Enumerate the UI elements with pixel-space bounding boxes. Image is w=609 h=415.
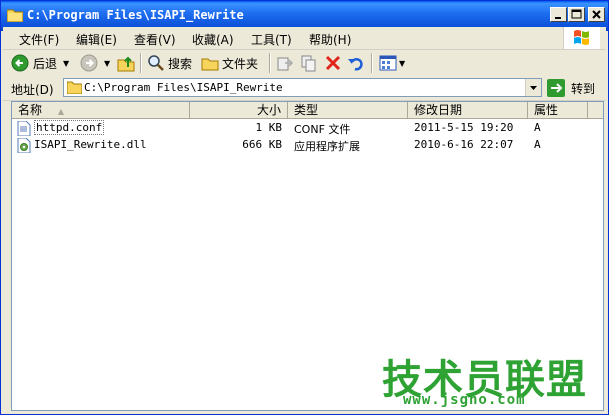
back-arrow-icon (11, 54, 29, 72)
forward-dropdown-icon[interactable]: ▼ (104, 59, 110, 68)
folder-icon (6, 8, 24, 23)
search-label: 搜索 (168, 56, 193, 71)
file-type: 应用程序扩展 (294, 140, 360, 153)
toolbar-separator (371, 53, 373, 73)
undo-icon (348, 57, 363, 71)
back-label: 后退 (33, 56, 58, 71)
column-name[interactable]: 名称 ▲ (12, 102, 190, 118)
address-bar: 地址(D) C:\Program Files\ISAPI_Rewrite 转到 (3, 77, 606, 101)
delete-button[interactable] (324, 53, 342, 73)
menu-edit[interactable]: 编辑(E) (76, 31, 117, 48)
column-name-label: 名称 (18, 103, 43, 117)
copy-to-icon (301, 55, 316, 72)
up-folder-icon (117, 56, 135, 72)
views-icon (379, 55, 397, 71)
menu-tools[interactable]: 工具(T) (251, 31, 292, 48)
undo-button[interactable] (347, 53, 365, 73)
table-row[interactable]: ISAPI_Rewrite.dll 666 KB 应用程序扩展 2010-6-1… (12, 137, 603, 154)
text-file-icon (17, 120, 31, 137)
folders-icon (201, 58, 219, 71)
file-name: httpd.conf (34, 120, 105, 135)
menu-bar: 文件(F) 编辑(E) 查看(V) 收藏(A) 工具(T) 帮助(H) (3, 27, 606, 50)
column-modified[interactable]: 修改日期 (408, 102, 528, 118)
move-to-icon (277, 57, 294, 71)
column-header-row: 名称 ▲ 大小 类型 修改日期 属性 (12, 102, 603, 119)
menu-favorites[interactable]: 收藏(A) (192, 31, 234, 48)
watermark-url: www.jsgho.com (403, 392, 526, 408)
menu-file[interactable]: 文件(F) (19, 31, 59, 48)
column-size[interactable]: 大小 (190, 102, 288, 118)
table-row[interactable]: httpd.conf 1 KB CONF 文件 2011-5-15 19:20 … (12, 120, 603, 137)
address-value: C:\Program Files\ISAPI_Rewrite (84, 81, 283, 94)
toolbar-separator (269, 53, 271, 73)
file-modified: 2011-5-15 19:20 (414, 121, 514, 134)
folders-label: 文件夹 (222, 56, 259, 71)
address-label: 地址(D) (11, 83, 54, 97)
sort-up-icon: ▲ (57, 107, 64, 116)
back-dropdown-icon[interactable]: ▼ (63, 59, 69, 68)
dll-file-icon (17, 137, 31, 154)
forward-button[interactable]: ▼ (80, 53, 110, 73)
file-type: CONF 文件 (294, 123, 351, 136)
standard-toolbar: 后退 ▼ ▼ 搜索 文件夹 ▼ (3, 50, 606, 78)
explorer-window: C:\Program Files\ISAPI_Rewrite 文件(F) 编辑(… (0, 0, 609, 415)
file-name: ISAPI_Rewrite.dll (34, 138, 147, 151)
chevron-down-icon (530, 86, 537, 90)
column-type[interactable]: 类型 (288, 102, 408, 118)
back-button[interactable]: 后退 ▼ (11, 53, 69, 73)
go-button[interactable]: 转到 (547, 78, 595, 98)
forward-arrow-icon (80, 54, 98, 72)
move-to-button[interactable] (276, 53, 294, 73)
up-folder-button[interactable] (117, 53, 135, 73)
file-attributes: A (534, 138, 541, 151)
search-icon (148, 55, 164, 71)
views-button[interactable]: ▼ (379, 53, 405, 73)
column-attributes[interactable]: 属性 (528, 102, 588, 118)
address-dropdown-button[interactable] (525, 79, 541, 96)
file-attributes: A (534, 121, 541, 134)
minimize-button[interactable] (550, 7, 567, 22)
file-modified: 2010-6-16 22:07 (414, 138, 514, 151)
maximize-button[interactable] (568, 7, 585, 22)
file-size: 666 KB (242, 138, 282, 151)
delete-x-icon (325, 55, 341, 71)
close-button[interactable] (588, 7, 605, 22)
search-button[interactable]: 搜索 (147, 53, 192, 73)
go-arrow-icon (547, 79, 565, 97)
go-label: 转到 (571, 81, 596, 96)
address-input[interactable]: C:\Program Files\ISAPI_Rewrite (63, 78, 542, 97)
copy-to-button[interactable] (300, 53, 318, 73)
views-dropdown-icon[interactable]: ▼ (399, 59, 405, 68)
address-folder-icon (66, 80, 83, 97)
toolbar-separator (140, 53, 142, 73)
file-size: 1 KB (255, 121, 283, 134)
windows-logo-icon (563, 27, 600, 49)
window-title: C:\Program Files\ISAPI_Rewrite (27, 8, 244, 22)
menu-help[interactable]: 帮助(H) (309, 31, 351, 48)
menu-view[interactable]: 查看(V) (134, 31, 176, 48)
folders-button[interactable]: 文件夹 (201, 53, 258, 73)
